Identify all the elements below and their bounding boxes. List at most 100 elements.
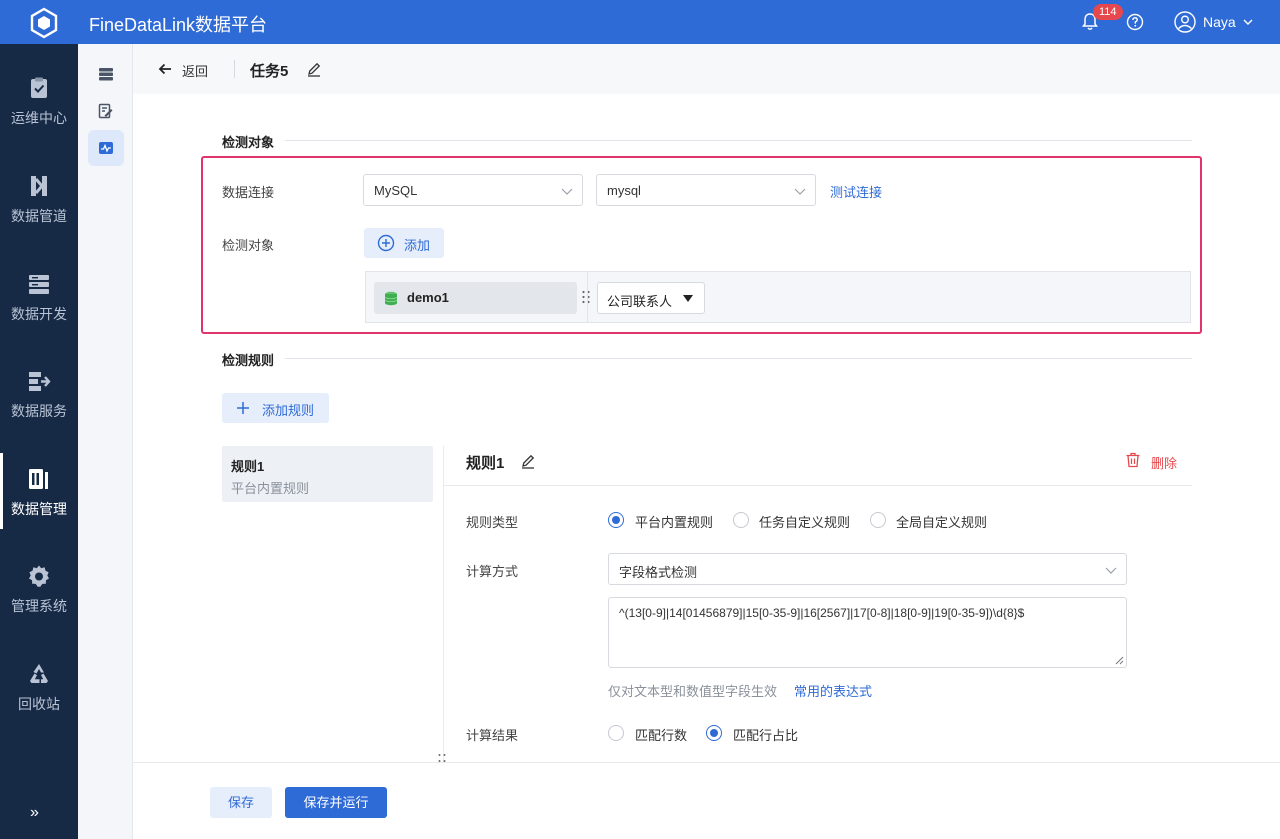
radio-label: 匹配行占比 xyxy=(733,728,799,743)
section-title-detect-rules: 检测规则 xyxy=(222,353,275,368)
common-expressions-link[interactable]: 常用的表达式 xyxy=(794,681,872,700)
field-select[interactable]: 公司联系人 xyxy=(597,282,705,314)
edit-icon[interactable] xyxy=(520,453,536,469)
section-divider xyxy=(285,140,1192,141)
rule-list-item[interactable]: 规则1 平台内置规则 xyxy=(222,446,433,502)
radio-label: 平台内置规则 xyxy=(635,515,714,530)
db-type-select[interactable]: MySQL xyxy=(363,174,583,206)
radio-label: 全局自定义规则 xyxy=(896,515,988,530)
sub-nav-quality-monitor[interactable] xyxy=(88,130,124,166)
add-object-label: 添加 xyxy=(404,238,431,253)
radio-label: 匹配行数 xyxy=(635,728,688,743)
sub-nav-edit-doc[interactable] xyxy=(91,96,121,126)
logo-icon xyxy=(30,7,58,39)
server-stack-icon xyxy=(29,275,49,294)
resize-grip-icon[interactable] xyxy=(1115,656,1124,665)
top-bar: FineDataLink数据平台 114 Naya xyxy=(0,0,1280,44)
rule-header-divider xyxy=(444,485,1192,486)
sidebar-item-label: 管理系统 xyxy=(11,598,67,614)
header-divider xyxy=(234,60,235,78)
rule-name: 规则1 xyxy=(231,459,265,474)
radio-builtin-rule[interactable] xyxy=(608,512,624,528)
arrow-left-icon[interactable] xyxy=(157,61,173,77)
section-divider xyxy=(285,358,1192,359)
chevron-down-icon xyxy=(561,188,573,195)
avatar-icon[interactable] xyxy=(1174,11,1196,33)
sub-nav-database[interactable] xyxy=(91,59,121,89)
save-button[interactable]: 保存 xyxy=(210,787,272,818)
save-and-run-button[interactable]: 保存并运行 xyxy=(285,787,387,818)
add-rule-button[interactable]: 添加规则 xyxy=(222,393,329,423)
rule-title: 规则1 xyxy=(466,455,505,472)
sidebar-item-label: 数据管理 xyxy=(11,501,67,517)
drag-handle-icon[interactable] xyxy=(581,289,591,305)
database-green-icon xyxy=(384,291,398,306)
recycle-icon xyxy=(30,664,48,683)
footer-bar: 保存 保存并运行 xyxy=(133,762,1280,839)
sidebar-item-label: 数据开发 xyxy=(11,306,67,322)
chevron-down-icon xyxy=(794,188,806,195)
rule-type-label: 规则类型 xyxy=(466,515,519,530)
chevron-down-icon[interactable] xyxy=(1242,16,1254,28)
rule-panel-divider xyxy=(443,446,444,762)
rule-type: 平台内置规则 xyxy=(231,481,310,496)
sidebar-item-ops-center[interactable]: 运维中心 xyxy=(0,76,78,172)
radio-task-custom-rule[interactable] xyxy=(733,512,749,528)
sidebar-item-label: 数据服务 xyxy=(11,403,67,419)
plus-circle-icon xyxy=(377,234,395,252)
sidebar-item-label: 数据管道 xyxy=(11,208,67,224)
regex-input[interactable]: ^(13[0-9]|14[01456879]|15[0-35-9]|16[256… xyxy=(608,597,1127,668)
table-name: demo1 xyxy=(407,290,449,305)
detect-object-label: 检测对象 xyxy=(222,238,275,253)
sidebar-item-data-pipeline[interactable]: 数据管道 xyxy=(0,174,78,270)
edit-icon[interactable] xyxy=(306,61,322,77)
field-value: 公司联系人 xyxy=(607,294,673,309)
table-item[interactable]: demo1 xyxy=(374,282,577,314)
sidebar-item-data-service[interactable]: 数据服务 xyxy=(0,369,78,465)
clipboard-check-icon xyxy=(31,77,47,98)
db-name-select[interactable]: mysql xyxy=(596,174,816,206)
pipeline-icon xyxy=(31,176,47,196)
sidebar-item-data-manage[interactable]: 数据管理 xyxy=(0,453,78,563)
gear-icon xyxy=(29,565,49,587)
radio-match-ratio[interactable] xyxy=(706,725,722,741)
sidebar-item-admin-system[interactable]: 管理系统 xyxy=(0,564,78,660)
sidebar: 运维中心 数据管道 数据开发 数据服务 数据管理 管理系统 回收站 » xyxy=(0,44,78,839)
plus-icon xyxy=(237,402,249,414)
test-connection-link[interactable]: 测试连接 xyxy=(830,182,882,201)
db-name-value: mysql xyxy=(607,183,641,198)
notification-badge: 114 xyxy=(1093,4,1123,20)
caret-down-icon xyxy=(683,295,693,302)
radio-match-rows[interactable] xyxy=(608,725,624,741)
monitor-chart-icon xyxy=(99,142,113,154)
sidebar-item-label: 回收站 xyxy=(18,696,60,712)
db-type-value: MySQL xyxy=(374,183,418,198)
regex-value: ^(13[0-9]|14[01456879]|15[0-35-9]|16[256… xyxy=(619,606,1025,620)
help-icon[interactable] xyxy=(1126,13,1144,31)
app-title: FineDataLink数据平台 xyxy=(89,15,268,35)
add-object-button[interactable]: 添加 xyxy=(364,228,444,258)
calc-method-select[interactable]: 字段格式检测 xyxy=(608,553,1127,585)
collapse-sidebar-icon[interactable]: » xyxy=(30,804,39,822)
detect-object-row: demo1 公司联系人 xyxy=(365,271,1191,323)
service-icon xyxy=(29,372,51,391)
database-icon xyxy=(99,68,113,81)
delete-rule-button[interactable]: 删除 xyxy=(1151,453,1177,472)
page-header: 返回 任务5 xyxy=(133,44,1280,94)
user-name[interactable]: Naya xyxy=(1203,14,1236,30)
data-manage-icon xyxy=(29,469,48,489)
edit-document-icon xyxy=(98,103,113,119)
sidebar-item-label: 运维中心 xyxy=(11,110,67,126)
regex-hint: 仅对文本型和数值型字段生效 xyxy=(608,684,778,699)
calc-method-label: 计算方式 xyxy=(466,564,519,579)
column-divider xyxy=(587,272,588,322)
data-connection-label: 数据连接 xyxy=(222,185,275,200)
add-rule-label: 添加规则 xyxy=(262,403,315,418)
calc-result-label: 计算结果 xyxy=(466,728,519,743)
trash-icon[interactable] xyxy=(1125,452,1141,468)
radio-global-custom-rule[interactable] xyxy=(870,512,886,528)
sidebar-item-data-dev[interactable]: 数据开发 xyxy=(0,272,78,368)
sidebar-item-recycle-bin[interactable]: 回收站 xyxy=(0,662,78,758)
back-button[interactable]: 返回 xyxy=(182,61,208,80)
section-title-detect-object: 检测对象 xyxy=(222,135,275,150)
